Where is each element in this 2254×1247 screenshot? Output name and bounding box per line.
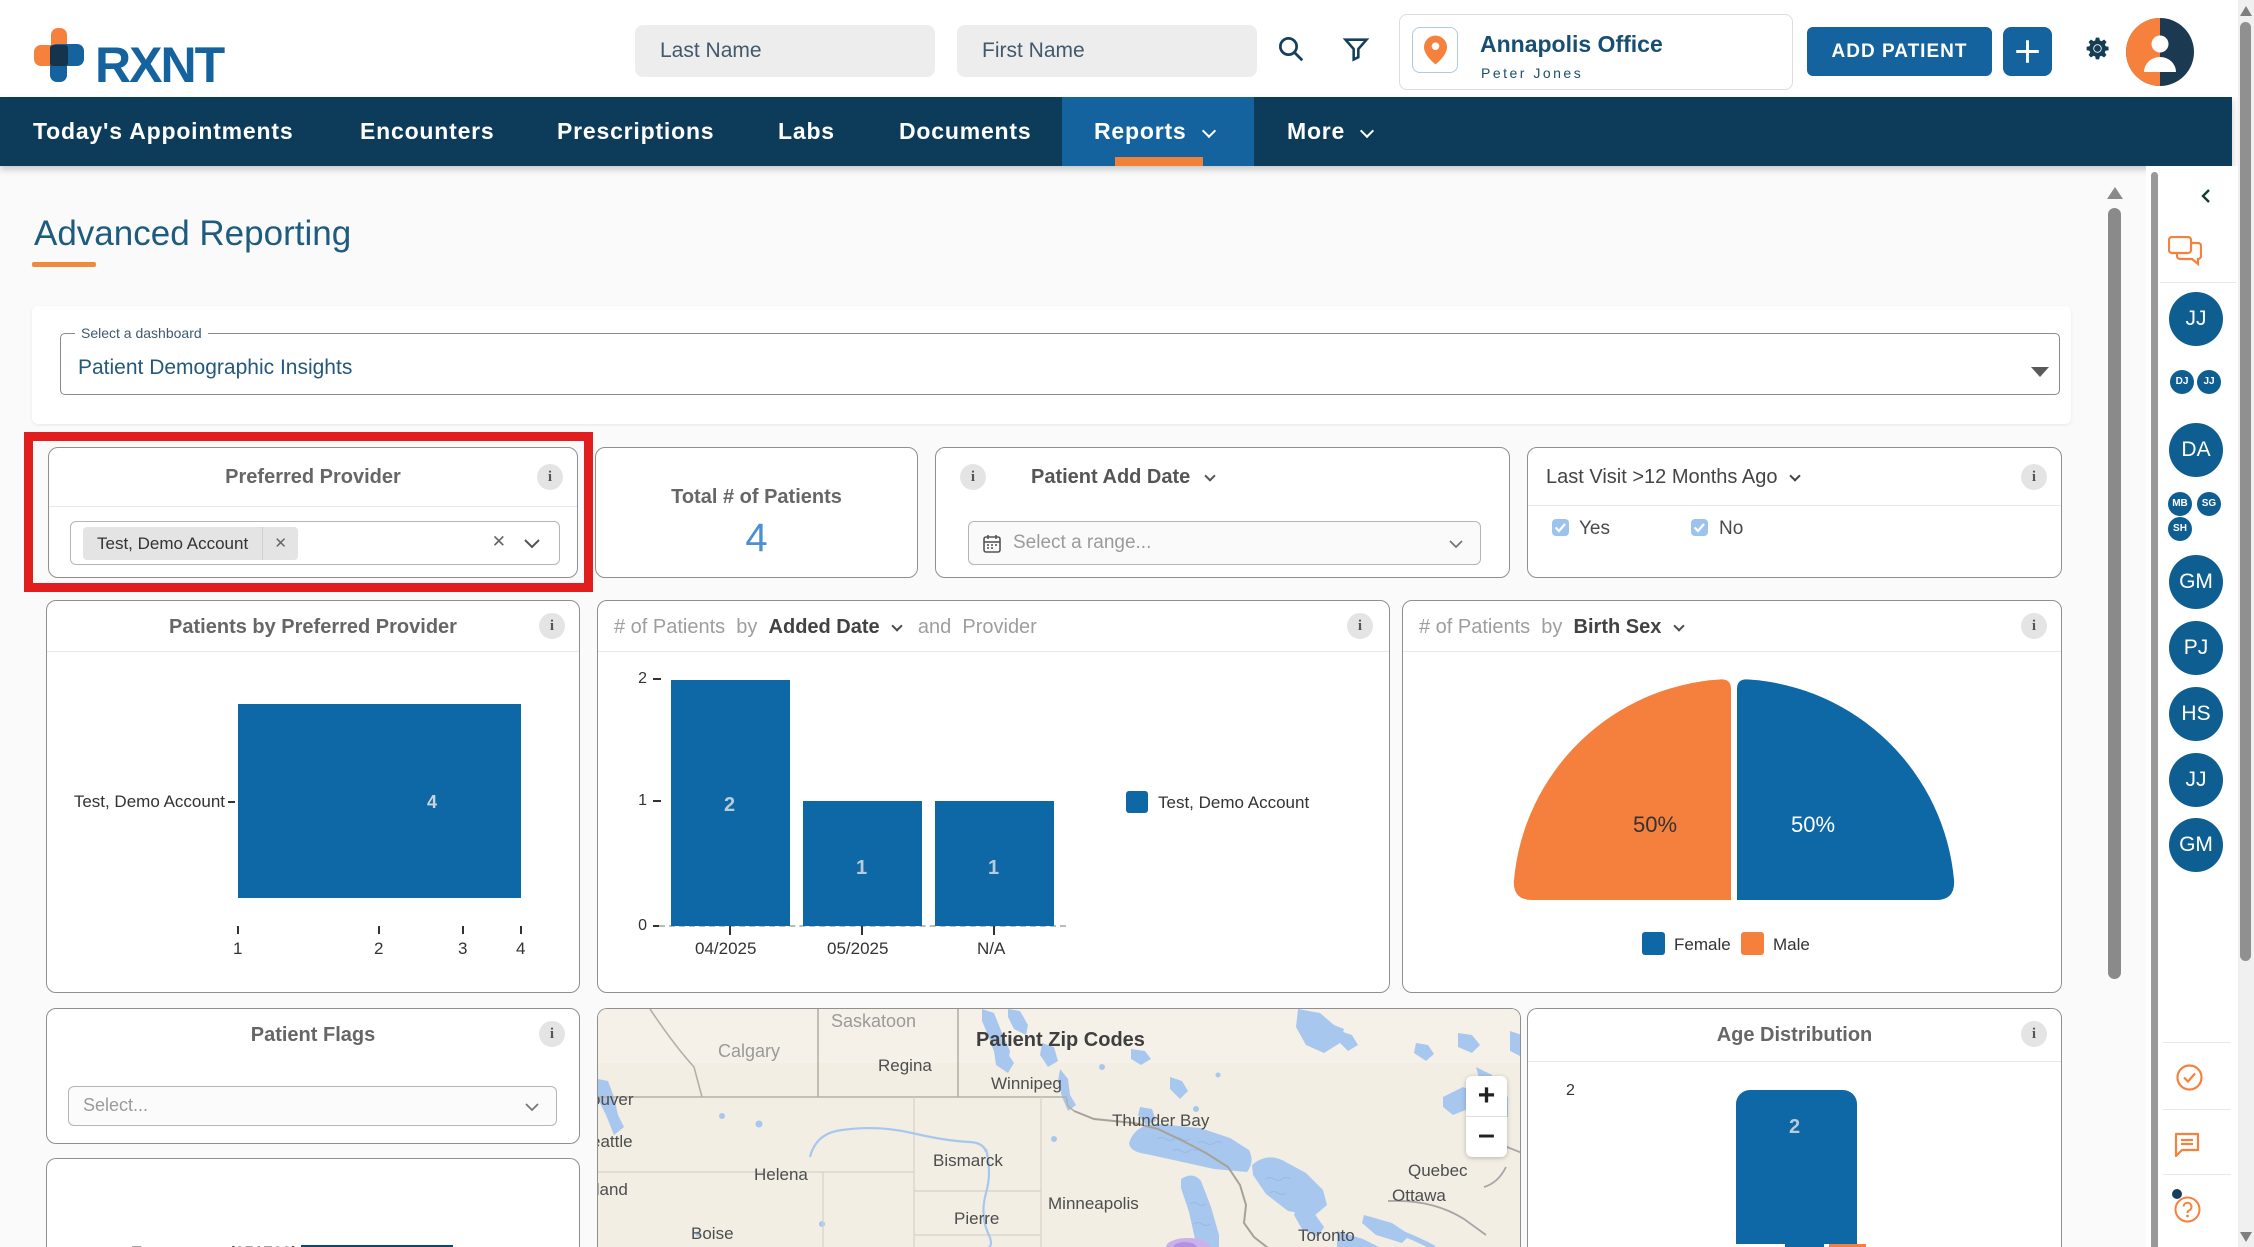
svg-text:Quebec: Quebec (1408, 1161, 1468, 1180)
svg-text:Ottawa: Ottawa (1392, 1186, 1446, 1205)
svg-text:Thunder Bay: Thunder Bay (1112, 1111, 1210, 1130)
svg-text:ouver: ouver (598, 1090, 634, 1109)
svg-text:eattle: eattle (598, 1132, 633, 1151)
svg-text:50%: 50% (1791, 812, 1835, 837)
svg-text:50%: 50% (1633, 812, 1677, 837)
svg-text:Calgary: Calgary (718, 1041, 780, 1061)
svg-text:Winnipeg: Winnipeg (991, 1074, 1062, 1093)
svg-text:Boise: Boise (691, 1224, 734, 1243)
svg-text:tland: tland (598, 1180, 628, 1199)
svg-text:Helena: Helena (754, 1165, 808, 1184)
svg-text:Bismarck: Bismarck (933, 1151, 1003, 1170)
svg-text:Saskatoon: Saskatoon (831, 1011, 916, 1031)
svg-text:Regina: Regina (878, 1056, 932, 1075)
svg-text:Pierre: Pierre (954, 1209, 999, 1228)
svg-text:Minneapolis: Minneapolis (1048, 1194, 1139, 1213)
svg-text:Patient Zip Codes: Patient Zip Codes (976, 1029, 1145, 1051)
svg-text:Toronto: Toronto (1298, 1226, 1355, 1245)
svg-text:RXNT: RXNT (95, 37, 225, 84)
